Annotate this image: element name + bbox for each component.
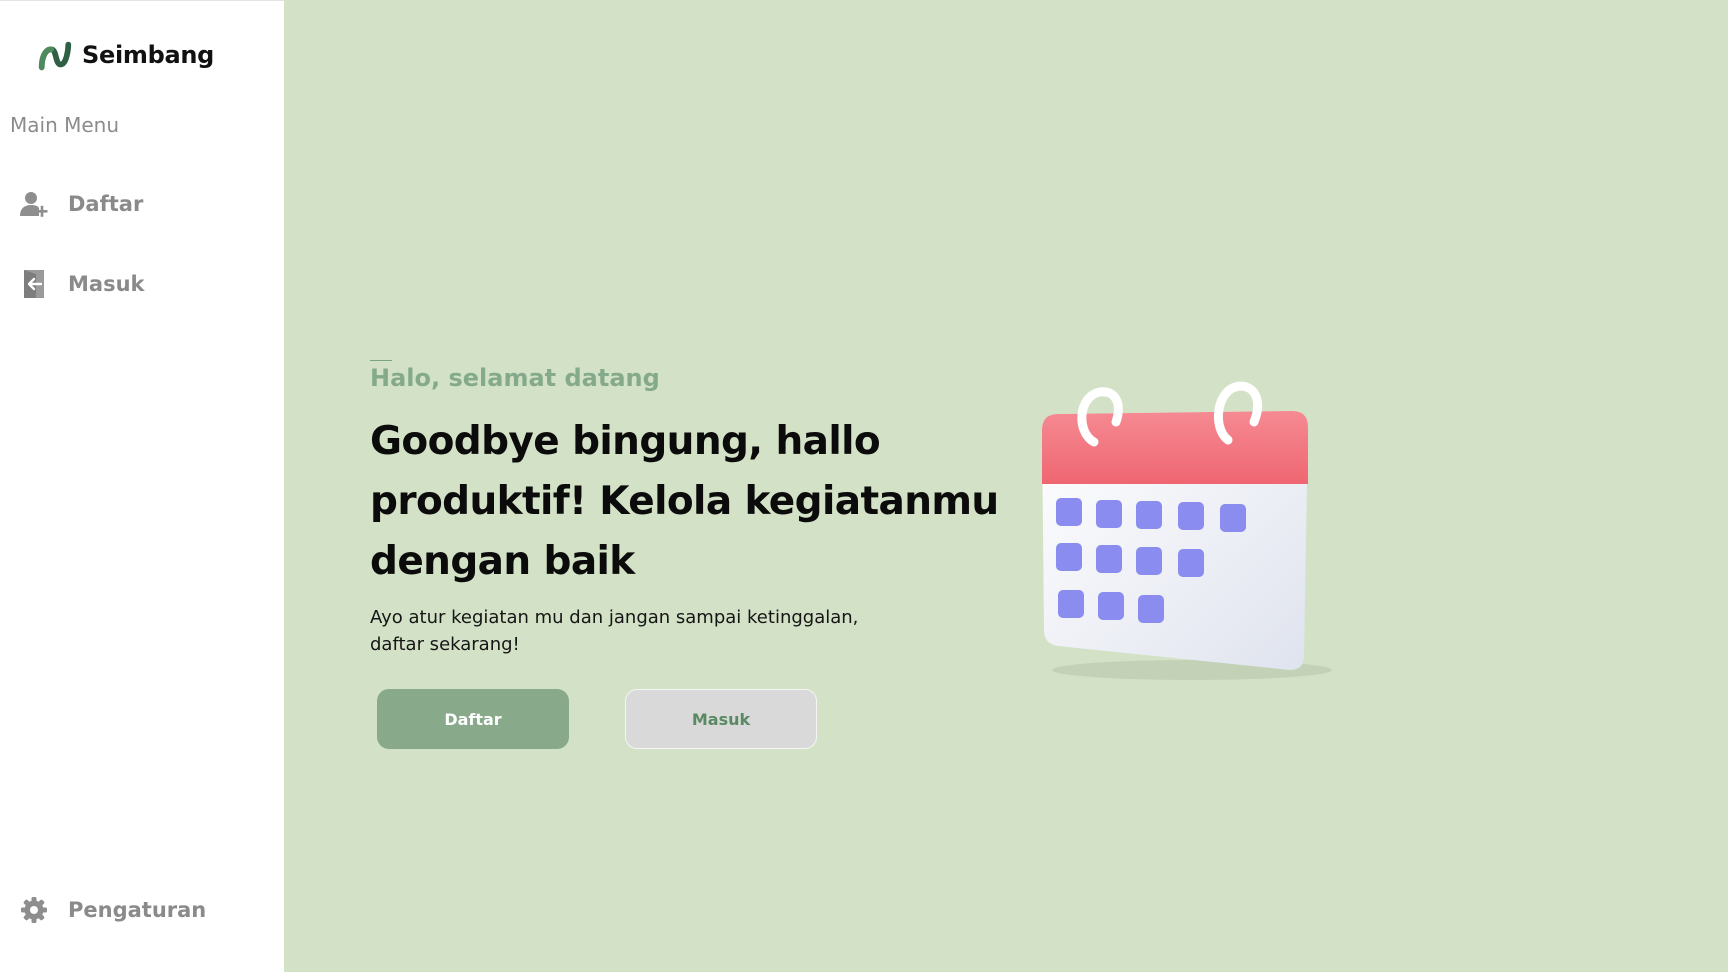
brand-name: Seimbang (82, 41, 215, 69)
sidebar-item-label: Masuk (68, 272, 145, 296)
main-menu-heading: Main Menu (10, 113, 120, 137)
calendar-icon (1042, 381, 1332, 680)
sidebar-item-masuk[interactable]: Masuk (18, 264, 258, 304)
sidebar-item-pengaturan[interactable]: Pengaturan (18, 890, 258, 930)
sidebar-item-daftar[interactable]: Daftar (18, 184, 258, 224)
brand-logo-icon (38, 41, 72, 71)
masuk-button[interactable]: Masuk (625, 689, 817, 749)
app: Seimbang Main Menu Daftar Masuk Pengatur… (0, 0, 1728, 972)
login-door-icon (18, 268, 50, 300)
user-plus-icon (18, 188, 50, 220)
eyebrow-divider (370, 360, 392, 361)
hero-subtext: Ayo atur kegiatan mu dan jangan sampai k… (370, 607, 859, 655)
sidebar: Seimbang Main Menu Daftar Masuk Pengatur… (0, 0, 284, 972)
main-content: Halo, selamat datang Goodbye bingung, ha… (284, 0, 1728, 972)
brand[interactable]: Seimbang (36, 35, 214, 75)
welcome-eyebrow: Halo, selamat datang (370, 364, 660, 392)
daftar-button[interactable]: Daftar (377, 689, 569, 749)
gear-icon (18, 894, 50, 926)
sidebar-item-label: Pengaturan (68, 898, 207, 922)
hero-headline: Goodbye bingung, hallo produktif! Kelola… (370, 419, 999, 584)
sidebar-item-label: Daftar (68, 192, 144, 216)
